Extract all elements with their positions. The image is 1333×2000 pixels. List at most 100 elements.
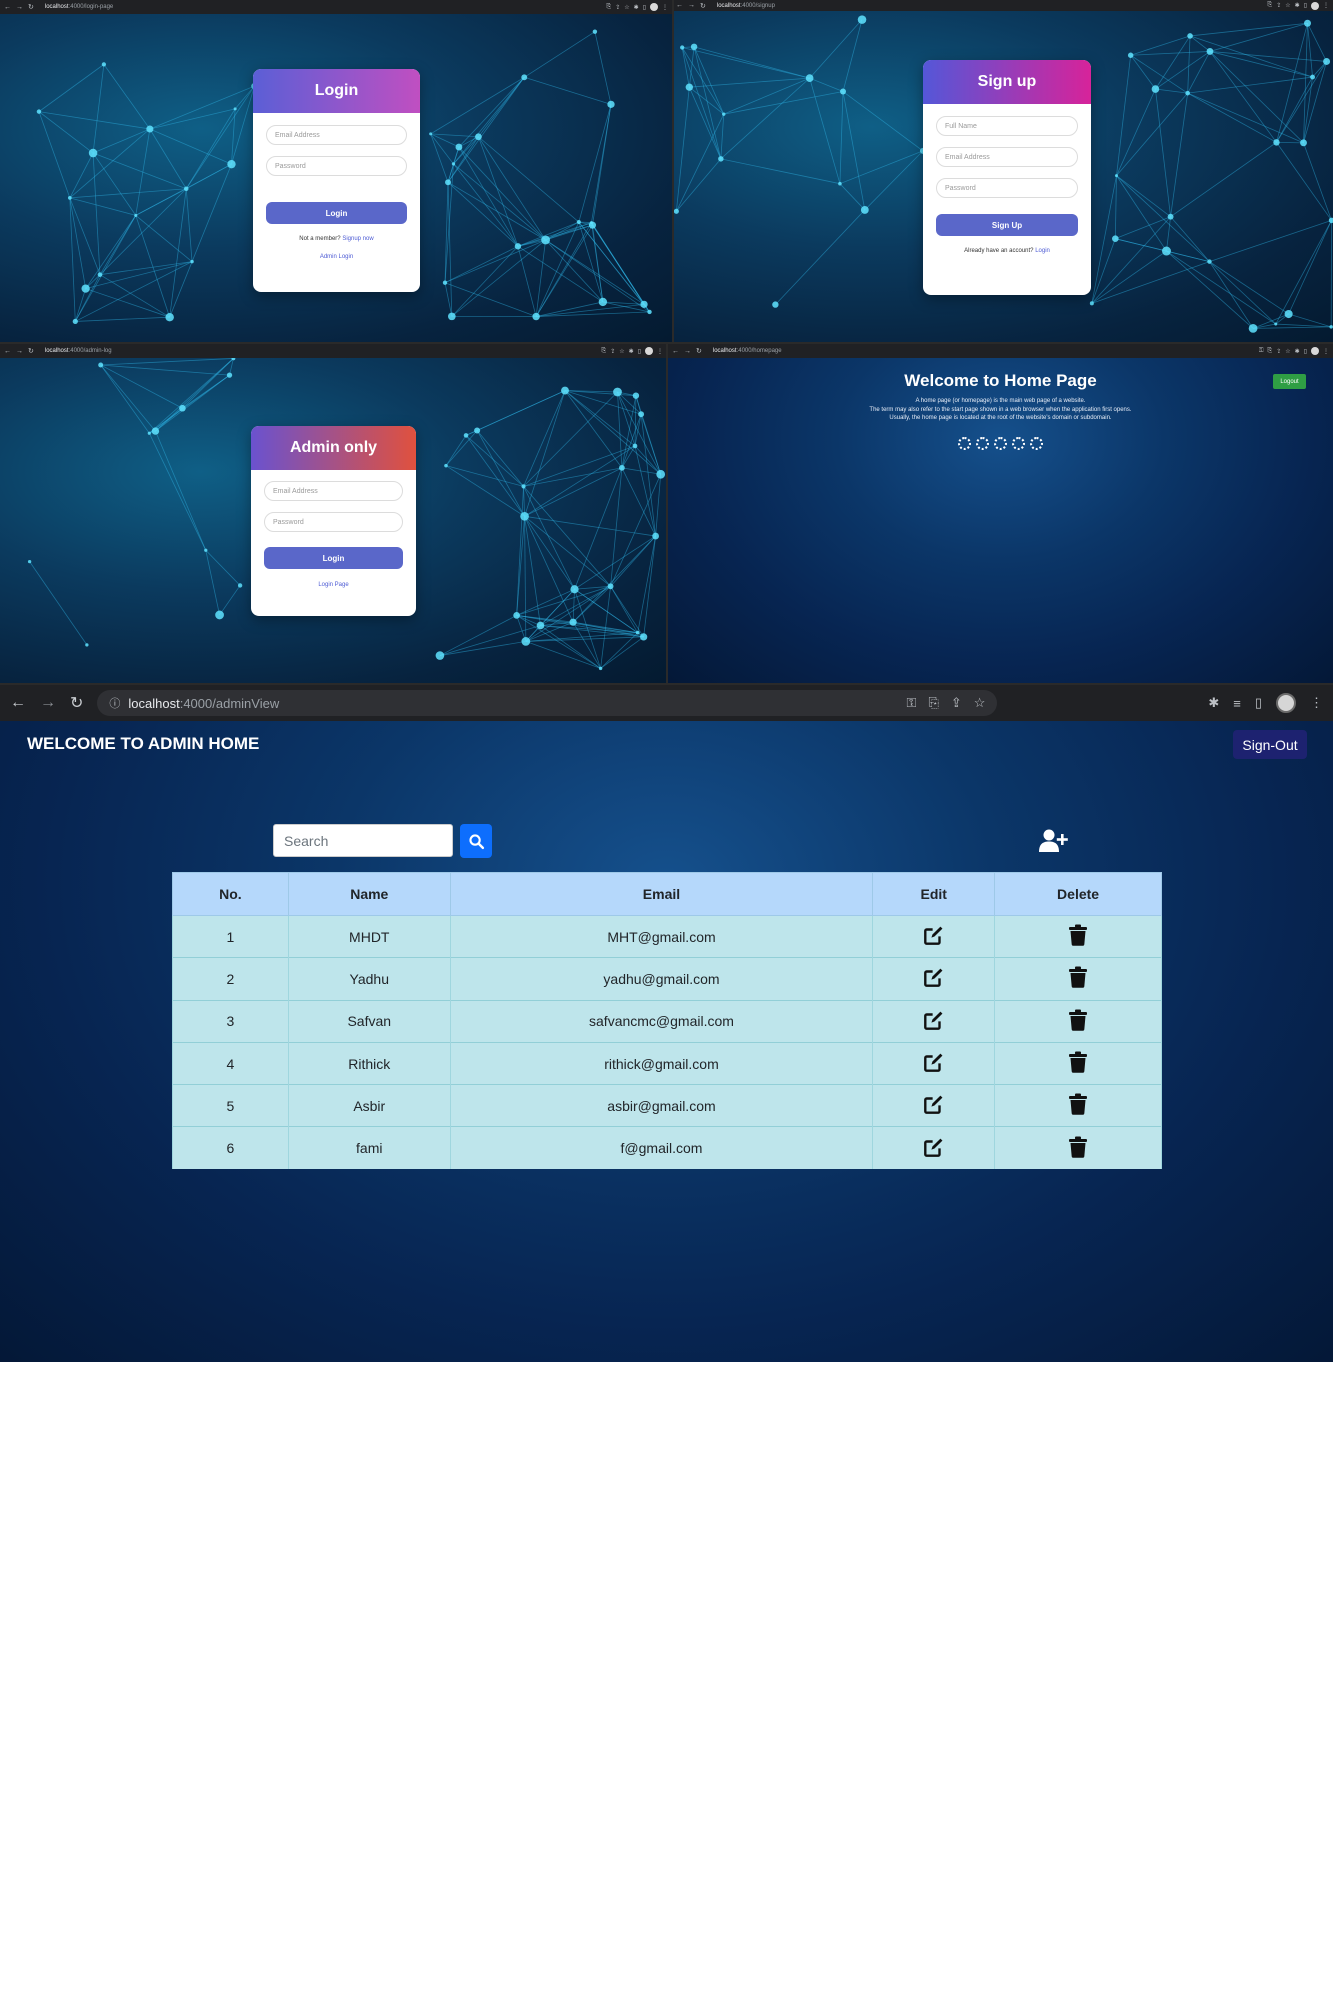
reload-icon[interactable]: ↻: [70, 693, 83, 713]
media-icon[interactable]: ≡: [1233, 696, 1241, 711]
password-field[interactable]: Password: [264, 512, 403, 532]
trash-icon[interactable]: [1068, 966, 1088, 989]
signup-link[interactable]: Signup now: [342, 236, 373, 242]
star-icon[interactable]: ☆: [1285, 2, 1290, 9]
profile-avatar[interactable]: [645, 347, 653, 355]
back-icon[interactable]: ←: [10, 694, 26, 712]
reload-icon[interactable]: ↻: [28, 347, 34, 355]
address-bar[interactable]: localhost:4000/login-page: [45, 4, 113, 10]
forward-icon[interactable]: →: [16, 4, 23, 11]
key-icon[interactable]: ⚿: [1259, 348, 1264, 355]
cell-no: 6: [172, 1126, 289, 1170]
cell-name: Asbir: [287, 1084, 451, 1127]
trash-icon[interactable]: [1068, 1009, 1088, 1031]
menu-icon[interactable]: ⋮: [657, 348, 663, 355]
signup-prompt: Not a member? Signup now: [253, 236, 420, 242]
password-field[interactable]: Password: [266, 156, 407, 176]
translate-icon[interactable]: ⎘: [606, 4, 611, 11]
translate-icon[interactable]: ⎘: [1267, 348, 1272, 355]
menu-icon[interactable]: ⋮: [1323, 2, 1329, 9]
reload-icon[interactable]: ↻: [28, 3, 34, 11]
sidebar-icon[interactable]: ▯: [1255, 695, 1262, 711]
address-bar[interactable]: localhost:4000/signup: [717, 3, 775, 9]
cell-name: MHDT: [287, 914, 451, 958]
fullname-field[interactable]: Full Name: [936, 116, 1078, 136]
admin-login-button[interactable]: Login: [264, 547, 403, 569]
translate-icon[interactable]: ⎘: [601, 348, 606, 355]
sidebar-icon[interactable]: ▯: [1304, 348, 1307, 355]
logout-button[interactable]: Logout: [1273, 374, 1306, 389]
translate-icon[interactable]: ⎘: [1267, 2, 1272, 9]
back-icon[interactable]: ←: [676, 2, 683, 9]
home-line-3: Usually, the home page is located at the…: [889, 415, 1112, 421]
signup-button[interactable]: Sign Up: [936, 214, 1078, 236]
reload-icon[interactable]: ↻: [700, 2, 706, 10]
back-icon[interactable]: ←: [4, 4, 11, 11]
email-field[interactable]: Email Address: [936, 147, 1078, 167]
address-bar[interactable]: localhost:4000/homepage: [713, 348, 782, 354]
email-field[interactable]: Email Address: [264, 481, 403, 501]
cell-no: 3: [172, 999, 289, 1043]
edit-icon[interactable]: [923, 1051, 945, 1073]
share-icon[interactable]: ⇪: [615, 4, 620, 11]
trash-icon[interactable]: [1068, 924, 1088, 946]
share-icon[interactable]: ⇪: [951, 695, 962, 711]
admin-login-link[interactable]: Admin Login: [320, 254, 353, 260]
login-page-link[interactable]: Login Page: [318, 582, 348, 588]
sidebar-icon[interactable]: ▯: [638, 348, 641, 355]
menu-icon[interactable]: ⋮: [662, 4, 668, 11]
extensions-icon[interactable]: ✱: [1208, 695, 1219, 711]
star-icon[interactable]: ☆: [974, 695, 986, 711]
search-button[interactable]: [460, 824, 492, 858]
share-icon[interactable]: ⇪: [610, 348, 615, 355]
edit-icon[interactable]: [923, 924, 945, 946]
trash-icon[interactable]: [1068, 1051, 1088, 1073]
forward-icon[interactable]: →: [684, 348, 691, 355]
address-bar[interactable]: ⓘ localhost:4000/adminView ⚿ ⎘ ⇪ ☆: [97, 690, 998, 716]
profile-avatar[interactable]: [650, 3, 658, 11]
back-icon[interactable]: ←: [4, 348, 11, 355]
add-user-button[interactable]: [1038, 828, 1068, 854]
sidebar-icon[interactable]: ▯: [643, 4, 646, 11]
extensions-icon[interactable]: ✱: [629, 348, 634, 355]
forward-icon[interactable]: →: [40, 694, 56, 712]
login-link[interactable]: Login: [1035, 248, 1050, 254]
signup-card-title: Sign up: [977, 73, 1037, 90]
forward-icon[interactable]: →: [16, 348, 23, 355]
edit-icon[interactable]: [923, 1009, 945, 1031]
edit-icon[interactable]: [923, 1136, 945, 1158]
sidebar-icon[interactable]: ▯: [1304, 2, 1307, 9]
translate-icon[interactable]: ⎘: [928, 695, 938, 711]
trash-icon[interactable]: [1068, 1093, 1088, 1116]
share-icon[interactable]: ⇪: [1276, 2, 1281, 9]
profile-avatar[interactable]: [1276, 693, 1296, 713]
password-field[interactable]: Password: [936, 178, 1078, 198]
browser-bar-admin-view: ← → ↻ ⓘ localhost:4000/adminView ⚿ ⎘ ⇪ ☆ ✱ ≡ ▯ ⋮: [0, 685, 1333, 721]
spinner-dot-icon: [958, 437, 971, 450]
site-info-icon[interactable]: ⓘ: [109, 695, 120, 711]
edit-icon[interactable]: [923, 966, 945, 988]
star-icon[interactable]: ☆: [1285, 348, 1290, 355]
share-icon[interactable]: ⇪: [1276, 348, 1281, 355]
star-icon[interactable]: ☆: [624, 4, 629, 11]
address-bar[interactable]: localhost:4000/admin-log: [45, 348, 112, 354]
trash-icon[interactable]: [1068, 1136, 1088, 1158]
extensions-icon[interactable]: ✱: [1295, 348, 1300, 355]
email-field[interactable]: Email Address: [266, 125, 407, 145]
star-icon[interactable]: ☆: [619, 348, 624, 355]
menu-icon[interactable]: ⋮: [1310, 695, 1323, 711]
key-icon[interactable]: ⚿: [907, 695, 917, 711]
forward-icon[interactable]: →: [688, 2, 695, 9]
extensions-icon[interactable]: ✱: [634, 4, 639, 11]
column-header-email: Email: [449, 872, 874, 916]
signout-button[interactable]: Sign-Out: [1233, 730, 1307, 759]
edit-icon[interactable]: [923, 1093, 945, 1115]
extensions-icon[interactable]: ✱: [1295, 2, 1300, 9]
search-input[interactable]: Search: [273, 824, 453, 857]
login-button[interactable]: Login: [266, 202, 407, 224]
profile-avatar[interactable]: [1311, 1, 1319, 10]
back-icon[interactable]: ←: [672, 348, 679, 355]
menu-icon[interactable]: ⋮: [1323, 348, 1329, 355]
profile-avatar[interactable]: [1311, 347, 1319, 355]
reload-icon[interactable]: ↻: [696, 347, 702, 355]
